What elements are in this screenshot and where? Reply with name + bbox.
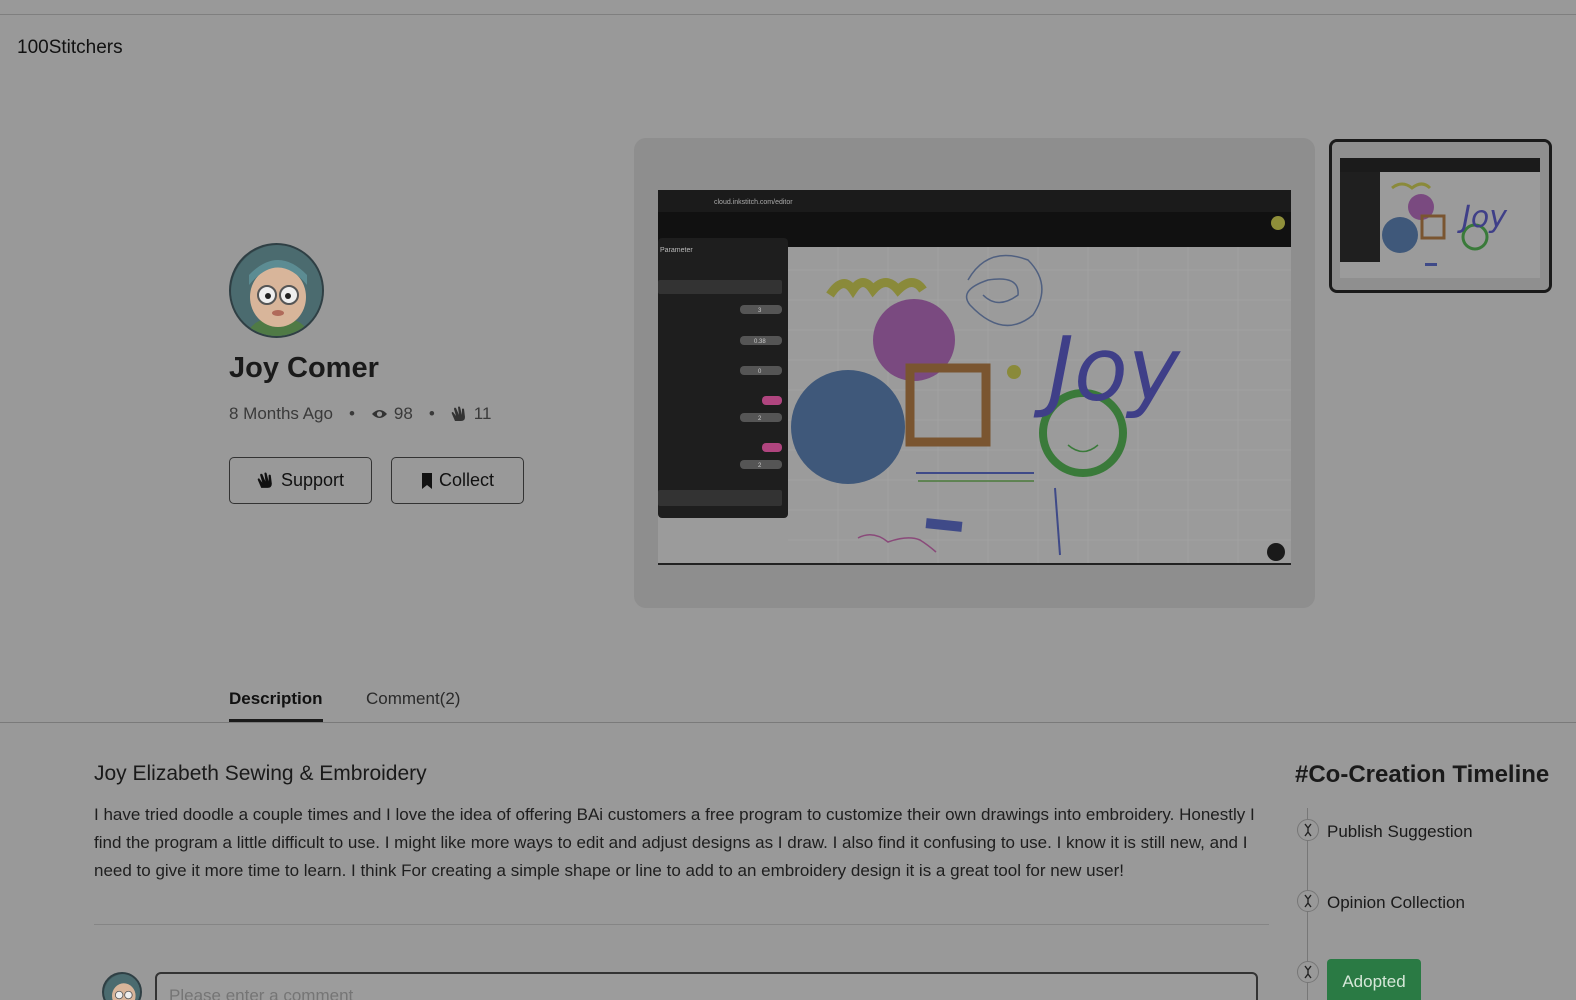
timeline-node-icon xyxy=(1297,961,1319,983)
clap-icon xyxy=(451,406,465,421)
timeline-step-opinion: Opinion Collection xyxy=(1327,893,1465,912)
brand-logo[interactable]: 100Stitchers xyxy=(17,37,123,59)
comment-input[interactable] xyxy=(155,972,1258,1000)
preview-panel: cloud.inkstitch.com/editor Parameter 3 0… xyxy=(634,138,1315,608)
preview-value: 0.38 xyxy=(754,339,766,345)
collect-label: Collect xyxy=(438,470,495,490)
meta-separator: • xyxy=(428,404,435,423)
tab-comments[interactable]: Comment(2) xyxy=(366,689,460,709)
preview-url: cloud.inkstitch.com/editor xyxy=(714,199,793,206)
timeline-step-adopted-badge: Adopted xyxy=(1327,959,1421,1000)
tab-description[interactable]: Description xyxy=(229,689,323,722)
eye-icon xyxy=(371,410,387,418)
collect-button[interactable]: Collect xyxy=(391,457,524,504)
clap-icon xyxy=(257,472,272,488)
tab-divider xyxy=(0,722,1576,723)
preview-canvas-text: Joy xyxy=(1033,318,1182,421)
support-label: Support xyxy=(280,470,345,490)
preview-screenshot[interactable]: cloud.inkstitch.com/editor Parameter 3 0… xyxy=(658,190,1291,565)
post-meta: 8 Months Ago • 98 • 11 xyxy=(229,404,491,424)
timeline-node-icon xyxy=(1297,819,1319,841)
svg-text:Joy: Joy xyxy=(1457,200,1508,235)
view-count: 98 xyxy=(393,404,413,423)
author-avatar[interactable] xyxy=(229,243,324,338)
author-name[interactable]: Joy Comer xyxy=(229,352,379,385)
top-divider xyxy=(0,14,1576,15)
description-body: I have tried doodle a couple times and I… xyxy=(94,805,1255,880)
preview-thumbnail[interactable]: Joy xyxy=(1329,139,1552,293)
timeline-node-icon xyxy=(1297,890,1319,912)
clap-count: 11 xyxy=(473,404,492,423)
content-divider xyxy=(94,924,1269,925)
post-time: 8 Months Ago xyxy=(229,404,333,423)
timeline-step-publish: Publish Suggestion xyxy=(1327,822,1473,841)
timeline-title: #Co-Creation Timeline xyxy=(1295,761,1550,788)
preview-panel-title: Parameter xyxy=(660,247,693,254)
bookmark-icon xyxy=(421,472,432,489)
comment-avatar xyxy=(102,972,142,1000)
support-button[interactable]: Support xyxy=(229,457,372,504)
meta-separator: • xyxy=(348,404,355,423)
description-title: Joy Elizabeth Sewing & Embroidery xyxy=(94,762,427,785)
